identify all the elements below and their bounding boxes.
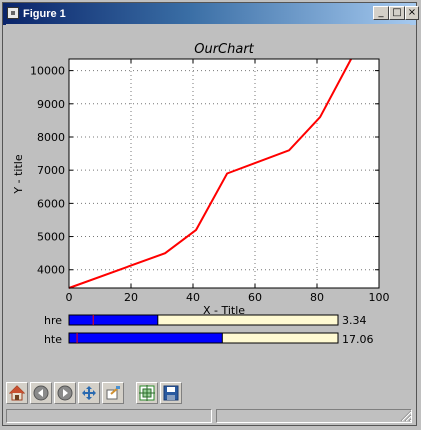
x-tick-label: 100: [369, 291, 390, 304]
slider-hte[interactable]: hte 17.06: [44, 332, 374, 346]
window-icon: [7, 7, 19, 19]
window-title: Figure 1: [23, 8, 66, 20]
back-icon: [33, 385, 49, 401]
resize-grip-icon[interactable]: [400, 410, 412, 422]
status-bar: [4, 408, 414, 424]
x-tick-label: 80: [310, 291, 324, 304]
figure-canvas[interactable]: 0 20 40 60 80 100 4000 5000 6000 7000 8000 9000 100…: [6, 24, 410, 380]
x-tick-label: 20: [124, 291, 138, 304]
slider-value: 3.34: [342, 314, 367, 327]
slider-hre[interactable]: hre 3.34: [44, 314, 367, 327]
status-field-coords: [216, 409, 412, 423]
home-icon: [9, 385, 25, 401]
y-tick-label: 7000: [37, 164, 65, 177]
slider-value: 17.06: [342, 333, 374, 346]
chart-title: OurChart: [194, 42, 254, 57]
pan-icon: [82, 386, 96, 400]
save-button[interactable]: [160, 382, 182, 404]
navigation-toolbar: [6, 380, 410, 406]
slider-fill: [68, 314, 159, 326]
pan-button[interactable]: [78, 382, 100, 404]
subplots-button[interactable]: [136, 382, 158, 404]
y-tick-label: 8000: [37, 131, 65, 144]
forward-button[interactable]: [54, 382, 76, 404]
x-tick-label: 0: [66, 291, 73, 304]
status-field-message: [6, 409, 212, 423]
back-button[interactable]: [30, 382, 52, 404]
title-bar[interactable]: Figure 1 _ □ ×: [3, 3, 419, 25]
zoom-button[interactable]: [102, 382, 124, 404]
forward-icon: [57, 385, 73, 401]
slider-label: hte: [44, 333, 62, 346]
y-tick-label: 4000: [37, 264, 65, 277]
y-tick-label: 9000: [37, 98, 65, 111]
y-tick-label: 6000: [37, 197, 65, 210]
subplots-icon: [139, 385, 155, 401]
minimize-button[interactable]: _: [373, 6, 389, 20]
y-tick-label: 5000: [37, 231, 65, 244]
slider-fill: [68, 332, 223, 344]
x-tick-label: 60: [248, 291, 262, 304]
slider-label: hre: [44, 314, 62, 327]
maximize-button[interactable]: □: [389, 6, 405, 20]
y-axis-label: Y - title: [12, 154, 25, 194]
home-button[interactable]: [6, 382, 28, 404]
x-tick-label: 40: [186, 291, 200, 304]
save-icon: [163, 385, 179, 401]
y-tick-label: 10000: [30, 65, 65, 78]
zoom-icon: [106, 386, 120, 400]
line-chart: 0 20 40 60 80 100 4000 5000 6000 7000 8000 9000 100…: [12, 42, 390, 346]
close-button[interactable]: ×: [405, 6, 419, 20]
